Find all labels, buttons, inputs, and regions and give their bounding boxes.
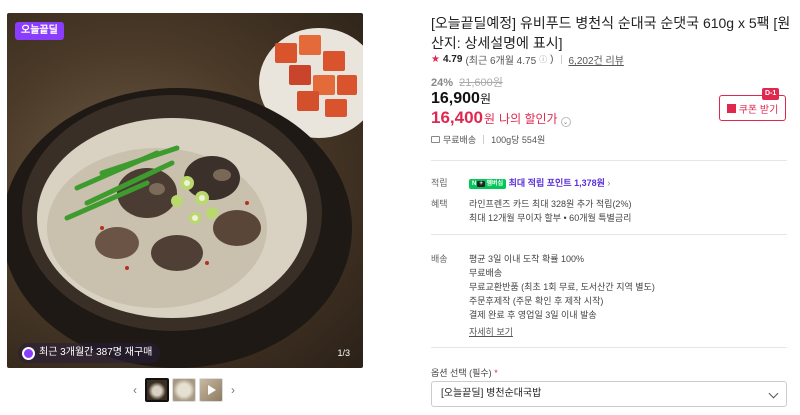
discount-rate: 24%	[431, 77, 454, 89]
unit-price: 100g당 554원	[491, 135, 546, 145]
chevron-down-icon	[768, 388, 779, 399]
download-icon	[726, 103, 736, 113]
thumbnail-2[interactable]	[172, 378, 196, 402]
sale-price-value: 16,900	[431, 90, 480, 107]
play-icon	[208, 385, 216, 395]
coupon-price-unit: 원	[484, 112, 496, 126]
section-divider	[431, 160, 787, 161]
divider	[483, 135, 485, 144]
chevron-right-icon[interactable]: ›	[226, 383, 240, 397]
promo-tag: 오늘끝딜	[15, 22, 64, 40]
delivery-line-4: 주문후제작 (주문 확인 후 제작 시작)	[469, 296, 604, 306]
naver-pay-badge: N + 멤버십	[469, 178, 507, 189]
shipping-text: 무료배송	[443, 135, 477, 145]
points-value-row[interactable]: N + 멤버십 최대 적립 포인트 1,378원 ›	[469, 176, 610, 189]
sale-price-unit: 원	[479, 92, 491, 106]
delivery-detail-link[interactable]: 자세히 보기	[469, 325, 513, 338]
repurchase-icon	[22, 346, 35, 360]
rating-recent-close: )	[550, 54, 554, 65]
thumbnail-3-video[interactable]	[199, 378, 223, 402]
discount-row: 24% 21,600원	[431, 74, 503, 90]
dday-badge: D-1	[762, 88, 780, 100]
chevron-right-icon: ›	[607, 178, 611, 188]
repurchase-text: 최근 3개월간 387명 재구매	[39, 347, 153, 358]
delivery-line-1: 평균 3일 이내 도착 확률 100%	[469, 254, 585, 264]
section-divider	[431, 234, 787, 235]
rating-value: 4.79	[442, 54, 463, 65]
thumbnail-strip: ‹ ›	[128, 378, 240, 402]
truck-icon	[431, 136, 440, 143]
shipping-row: 무료배송 100g당 554원	[431, 133, 545, 146]
option-label: 옵션 선택 (필수) *	[431, 368, 498, 378]
points-label: 적립	[431, 178, 448, 188]
rating-recent: (최근 6개월 4.75	[465, 56, 537, 67]
original-price: 21,600원	[459, 77, 503, 89]
chevron-down-icon[interactable]: ⌄	[560, 117, 571, 127]
coupon-button-label: 쿠폰 받기	[738, 104, 779, 116]
coupon-price-value: 16,400	[431, 108, 483, 127]
required-mark: *	[494, 368, 498, 378]
delivery-label: 배송	[431, 254, 448, 264]
coupon-price-row[interactable]: 16,400 원 나의 할인가 ⌄	[431, 108, 571, 128]
delivery-line-2: 무료배송	[469, 268, 503, 278]
coupon-price-label: 나의 할인가	[499, 112, 558, 126]
rating-row: ★ 4.79 (최근 6개월 4.75 ⓘ) 6,202건 리뷰	[431, 52, 624, 67]
delivery-line-5: 결제 완료 후 영업일 3일 이내 발송	[469, 310, 597, 320]
info-icon[interactable]: ⓘ	[539, 54, 547, 65]
perks-line-1: 라인프렌즈 카드 최대 328원 추가 적립(2%)	[469, 199, 632, 209]
option-select[interactable]: [오늘끝딜] 병천순대국밥	[431, 381, 787, 407]
section-divider	[431, 347, 787, 348]
perks-label: 혜택	[431, 199, 448, 209]
star-icon: ★	[431, 54, 440, 65]
divider	[560, 55, 562, 64]
thumbnail-1[interactable]	[145, 378, 169, 402]
perks-line-2: 최대 12개월 무이자 할부 • 60개월 특별금리	[469, 213, 632, 223]
repurchase-badge: 최근 3개월간 387명 재구매	[18, 343, 161, 363]
sale-price: 16,900원	[431, 90, 491, 108]
delivery-line-3: 무료교환반품 (최초 1회 무료, 도서산간 지역 별도)	[469, 282, 655, 292]
chevron-left-icon[interactable]: ‹	[128, 383, 142, 397]
product-main-image[interactable]: 오늘끝딜 최근 3개월간 387명 재구매 1/3	[7, 13, 363, 368]
image-page-indicator: 1/3	[337, 348, 350, 358]
points-value: 최대 적립 포인트 1,378원	[508, 178, 605, 188]
soup-photo	[7, 28, 363, 368]
option-selected-value: [오늘끝딜] 병천순대국밥	[441, 388, 542, 399]
review-count-link[interactable]: 6,202건 리뷰	[569, 52, 624, 67]
product-title: [오늘끝딜예정] 유비푸드 병천식 순대국 순댓국 610g x 5팩 [원산지…	[431, 15, 791, 51]
